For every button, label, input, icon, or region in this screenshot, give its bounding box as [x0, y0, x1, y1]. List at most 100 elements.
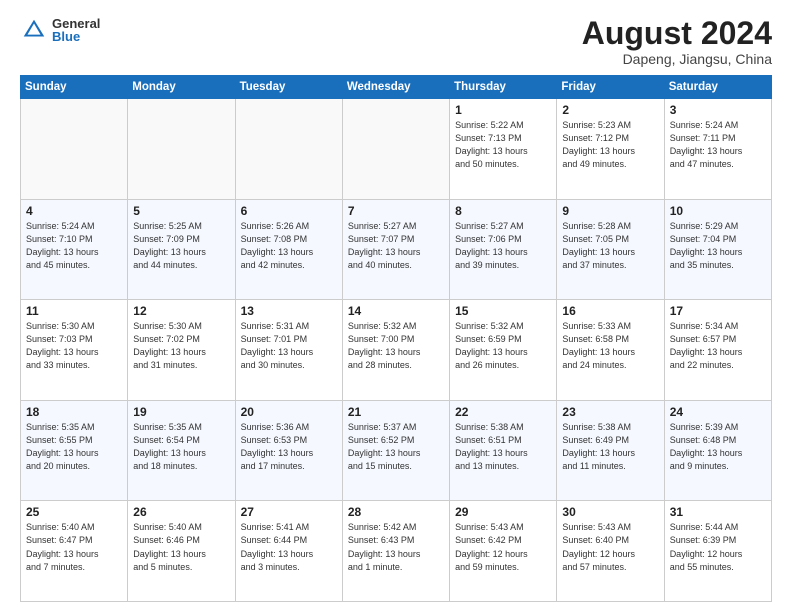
calendar-header-sunday: Sunday: [21, 76, 128, 99]
day-number: 6: [241, 204, 337, 218]
day-number: 7: [348, 204, 444, 218]
calendar-header-thursday: Thursday: [450, 76, 557, 99]
day-info: Sunrise: 5:27 AM Sunset: 7:07 PM Dayligh…: [348, 220, 444, 272]
calendar-cell: 2 Sunrise: 5:23 AM Sunset: 7:12 PM Daylig…: [557, 99, 664, 200]
calendar-cell: 22 Sunrise: 5:38 AM Sunset: 6:51 PM Dayli…: [450, 400, 557, 501]
calendar-header-monday: Monday: [128, 76, 235, 99]
day-info: Sunrise: 5:35 AM Sunset: 6:54 PM Dayligh…: [133, 421, 229, 473]
calendar-cell: 30Sunrise: 5:43 AM Sunset: 6:40 PM Dayli…: [557, 501, 664, 602]
day-number: 27: [241, 505, 337, 519]
day-number: 31: [670, 505, 766, 519]
calendar-header-friday: Friday: [557, 76, 664, 99]
calendar-cell: 19 Sunrise: 5:35 AM Sunset: 6:54 PM Dayli…: [128, 400, 235, 501]
calendar-cell: 4 Sunrise: 5:24 AM Sunset: 7:10 PM Daylig…: [21, 199, 128, 300]
day-info: Sunrise: 5:30 AM Sunset: 7:02 PM Dayligh…: [133, 320, 229, 372]
day-info: Sunrise: 5:31 AM Sunset: 7:01 PM Dayligh…: [241, 320, 337, 372]
day-info: Sunrise: 5:43 AM Sunset: 6:40 PM Dayligh…: [562, 521, 658, 573]
calendar-cell: 10Sunrise: 5:29 AM Sunset: 7:04 PM Dayli…: [664, 199, 771, 300]
calendar-title: August 2024: [582, 16, 772, 51]
calendar-cell: [235, 99, 342, 200]
calendar-header-row: SundayMondayTuesdayWednesdayThursdayFrid…: [21, 76, 772, 99]
calendar-cell: 16Sunrise: 5:33 AM Sunset: 6:58 PM Dayli…: [557, 300, 664, 401]
day-number: 16: [562, 304, 658, 318]
logo: General Blue: [20, 16, 100, 44]
day-info: Sunrise: 5:32 AM Sunset: 7:00 PM Dayligh…: [348, 320, 444, 372]
day-number: 23: [562, 405, 658, 419]
day-info: Sunrise: 5:27 AM Sunset: 7:06 PM Dayligh…: [455, 220, 551, 272]
day-number: 10: [670, 204, 766, 218]
calendar-week-row: 18 Sunrise: 5:35 AM Sunset: 6:55 PM Dayli…: [21, 400, 772, 501]
day-number: 4: [26, 204, 122, 218]
calendar-cell: 26 Sunrise: 5:40 AM Sunset: 6:46 PM Dayli…: [128, 501, 235, 602]
calendar-cell: 21Sunrise: 5:37 AM Sunset: 6:52 PM Dayli…: [342, 400, 449, 501]
day-info: Sunrise: 5:24 AM Sunset: 7:10 PM Dayligh…: [26, 220, 122, 272]
calendar-week-row: 1 Sunrise: 5:22 AM Sunset: 7:13 PM Daylig…: [21, 99, 772, 200]
day-info: Sunrise: 5:39 AM Sunset: 6:48 PM Dayligh…: [670, 421, 766, 473]
calendar-cell: 17Sunrise: 5:34 AM Sunset: 6:57 PM Dayli…: [664, 300, 771, 401]
day-info: Sunrise: 5:34 AM Sunset: 6:57 PM Dayligh…: [670, 320, 766, 372]
day-info: Sunrise: 5:43 AM Sunset: 6:42 PM Dayligh…: [455, 521, 551, 573]
day-number: 19: [133, 405, 229, 419]
calendar-cell: 13Sunrise: 5:31 AM Sunset: 7:01 PM Dayli…: [235, 300, 342, 401]
day-number: 2: [562, 103, 658, 117]
day-info: Sunrise: 5:38 AM Sunset: 6:49 PM Dayligh…: [562, 421, 658, 473]
day-info: Sunrise: 5:40 AM Sunset: 6:47 PM Dayligh…: [26, 521, 122, 573]
day-number: 11: [26, 304, 122, 318]
day-info: Sunrise: 5:23 AM Sunset: 7:12 PM Dayligh…: [562, 119, 658, 171]
day-number: 5: [133, 204, 229, 218]
day-number: 26: [133, 505, 229, 519]
calendar-header-saturday: Saturday: [664, 76, 771, 99]
day-number: 22: [455, 405, 551, 419]
calendar-cell: 5 Sunrise: 5:25 AM Sunset: 7:09 PM Daylig…: [128, 199, 235, 300]
calendar-location: Dapeng, Jiangsu, China: [582, 51, 772, 67]
day-info: Sunrise: 5:41 AM Sunset: 6:44 PM Dayligh…: [241, 521, 337, 573]
calendar-cell: [21, 99, 128, 200]
day-number: 21: [348, 405, 444, 419]
day-number: 9: [562, 204, 658, 218]
day-info: Sunrise: 5:26 AM Sunset: 7:08 PM Dayligh…: [241, 220, 337, 272]
calendar-week-row: 11 Sunrise: 5:30 AM Sunset: 7:03 PM Dayli…: [21, 300, 772, 401]
day-info: Sunrise: 5:32 AM Sunset: 6:59 PM Dayligh…: [455, 320, 551, 372]
calendar-cell: 25Sunrise: 5:40 AM Sunset: 6:47 PM Dayli…: [21, 501, 128, 602]
calendar-cell: 18 Sunrise: 5:35 AM Sunset: 6:55 PM Dayli…: [21, 400, 128, 501]
calendar-cell: 6 Sunrise: 5:26 AM Sunset: 7:08 PM Daylig…: [235, 199, 342, 300]
calendar-cell: 24 Sunrise: 5:39 AM Sunset: 6:48 PM Dayli…: [664, 400, 771, 501]
calendar-cell: 27 Sunrise: 5:41 AM Sunset: 6:44 PM Dayli…: [235, 501, 342, 602]
calendar-cell: 29Sunrise: 5:43 AM Sunset: 6:42 PM Dayli…: [450, 501, 557, 602]
calendar-cell: 28Sunrise: 5:42 AM Sunset: 6:43 PM Dayli…: [342, 501, 449, 602]
calendar-cell: [128, 99, 235, 200]
day-info: Sunrise: 5:36 AM Sunset: 6:53 PM Dayligh…: [241, 421, 337, 473]
logo-icon: [20, 16, 48, 44]
calendar-cell: 11 Sunrise: 5:30 AM Sunset: 7:03 PM Dayli…: [21, 300, 128, 401]
day-info: Sunrise: 5:28 AM Sunset: 7:05 PM Dayligh…: [562, 220, 658, 272]
title-block: August 2024 Dapeng, Jiangsu, China: [582, 16, 772, 67]
day-number: 8: [455, 204, 551, 218]
calendar-cell: 8 Sunrise: 5:27 AM Sunset: 7:06 PM Daylig…: [450, 199, 557, 300]
day-info: Sunrise: 5:40 AM Sunset: 6:46 PM Dayligh…: [133, 521, 229, 573]
day-number: 1: [455, 103, 551, 117]
day-info: Sunrise: 5:22 AM Sunset: 7:13 PM Dayligh…: [455, 119, 551, 171]
calendar-header-tuesday: Tuesday: [235, 76, 342, 99]
calendar-week-row: 4 Sunrise: 5:24 AM Sunset: 7:10 PM Daylig…: [21, 199, 772, 300]
logo-blue-text: Blue: [52, 30, 100, 43]
day-info: Sunrise: 5:44 AM Sunset: 6:39 PM Dayligh…: [670, 521, 766, 573]
day-info: Sunrise: 5:42 AM Sunset: 6:43 PM Dayligh…: [348, 521, 444, 573]
day-number: 24: [670, 405, 766, 419]
calendar-cell: 7 Sunrise: 5:27 AM Sunset: 7:07 PM Daylig…: [342, 199, 449, 300]
calendar-cell: 15Sunrise: 5:32 AM Sunset: 6:59 PM Dayli…: [450, 300, 557, 401]
day-info: Sunrise: 5:30 AM Sunset: 7:03 PM Dayligh…: [26, 320, 122, 372]
page: General Blue August 2024 Dapeng, Jiangsu…: [0, 0, 792, 612]
day-number: 3: [670, 103, 766, 117]
calendar-week-row: 25Sunrise: 5:40 AM Sunset: 6:47 PM Dayli…: [21, 501, 772, 602]
calendar-table: SundayMondayTuesdayWednesdayThursdayFrid…: [20, 75, 772, 602]
calendar-header-wednesday: Wednesday: [342, 76, 449, 99]
day-number: 18: [26, 405, 122, 419]
day-info: Sunrise: 5:35 AM Sunset: 6:55 PM Dayligh…: [26, 421, 122, 473]
day-info: Sunrise: 5:24 AM Sunset: 7:11 PM Dayligh…: [670, 119, 766, 171]
day-info: Sunrise: 5:38 AM Sunset: 6:51 PM Dayligh…: [455, 421, 551, 473]
calendar-cell: 1 Sunrise: 5:22 AM Sunset: 7:13 PM Daylig…: [450, 99, 557, 200]
calendar-cell: 23 Sunrise: 5:38 AM Sunset: 6:49 PM Dayli…: [557, 400, 664, 501]
day-info: Sunrise: 5:25 AM Sunset: 7:09 PM Dayligh…: [133, 220, 229, 272]
calendar-cell: 20Sunrise: 5:36 AM Sunset: 6:53 PM Dayli…: [235, 400, 342, 501]
calendar-cell: 31 Sunrise: 5:44 AM Sunset: 6:39 PM Dayli…: [664, 501, 771, 602]
